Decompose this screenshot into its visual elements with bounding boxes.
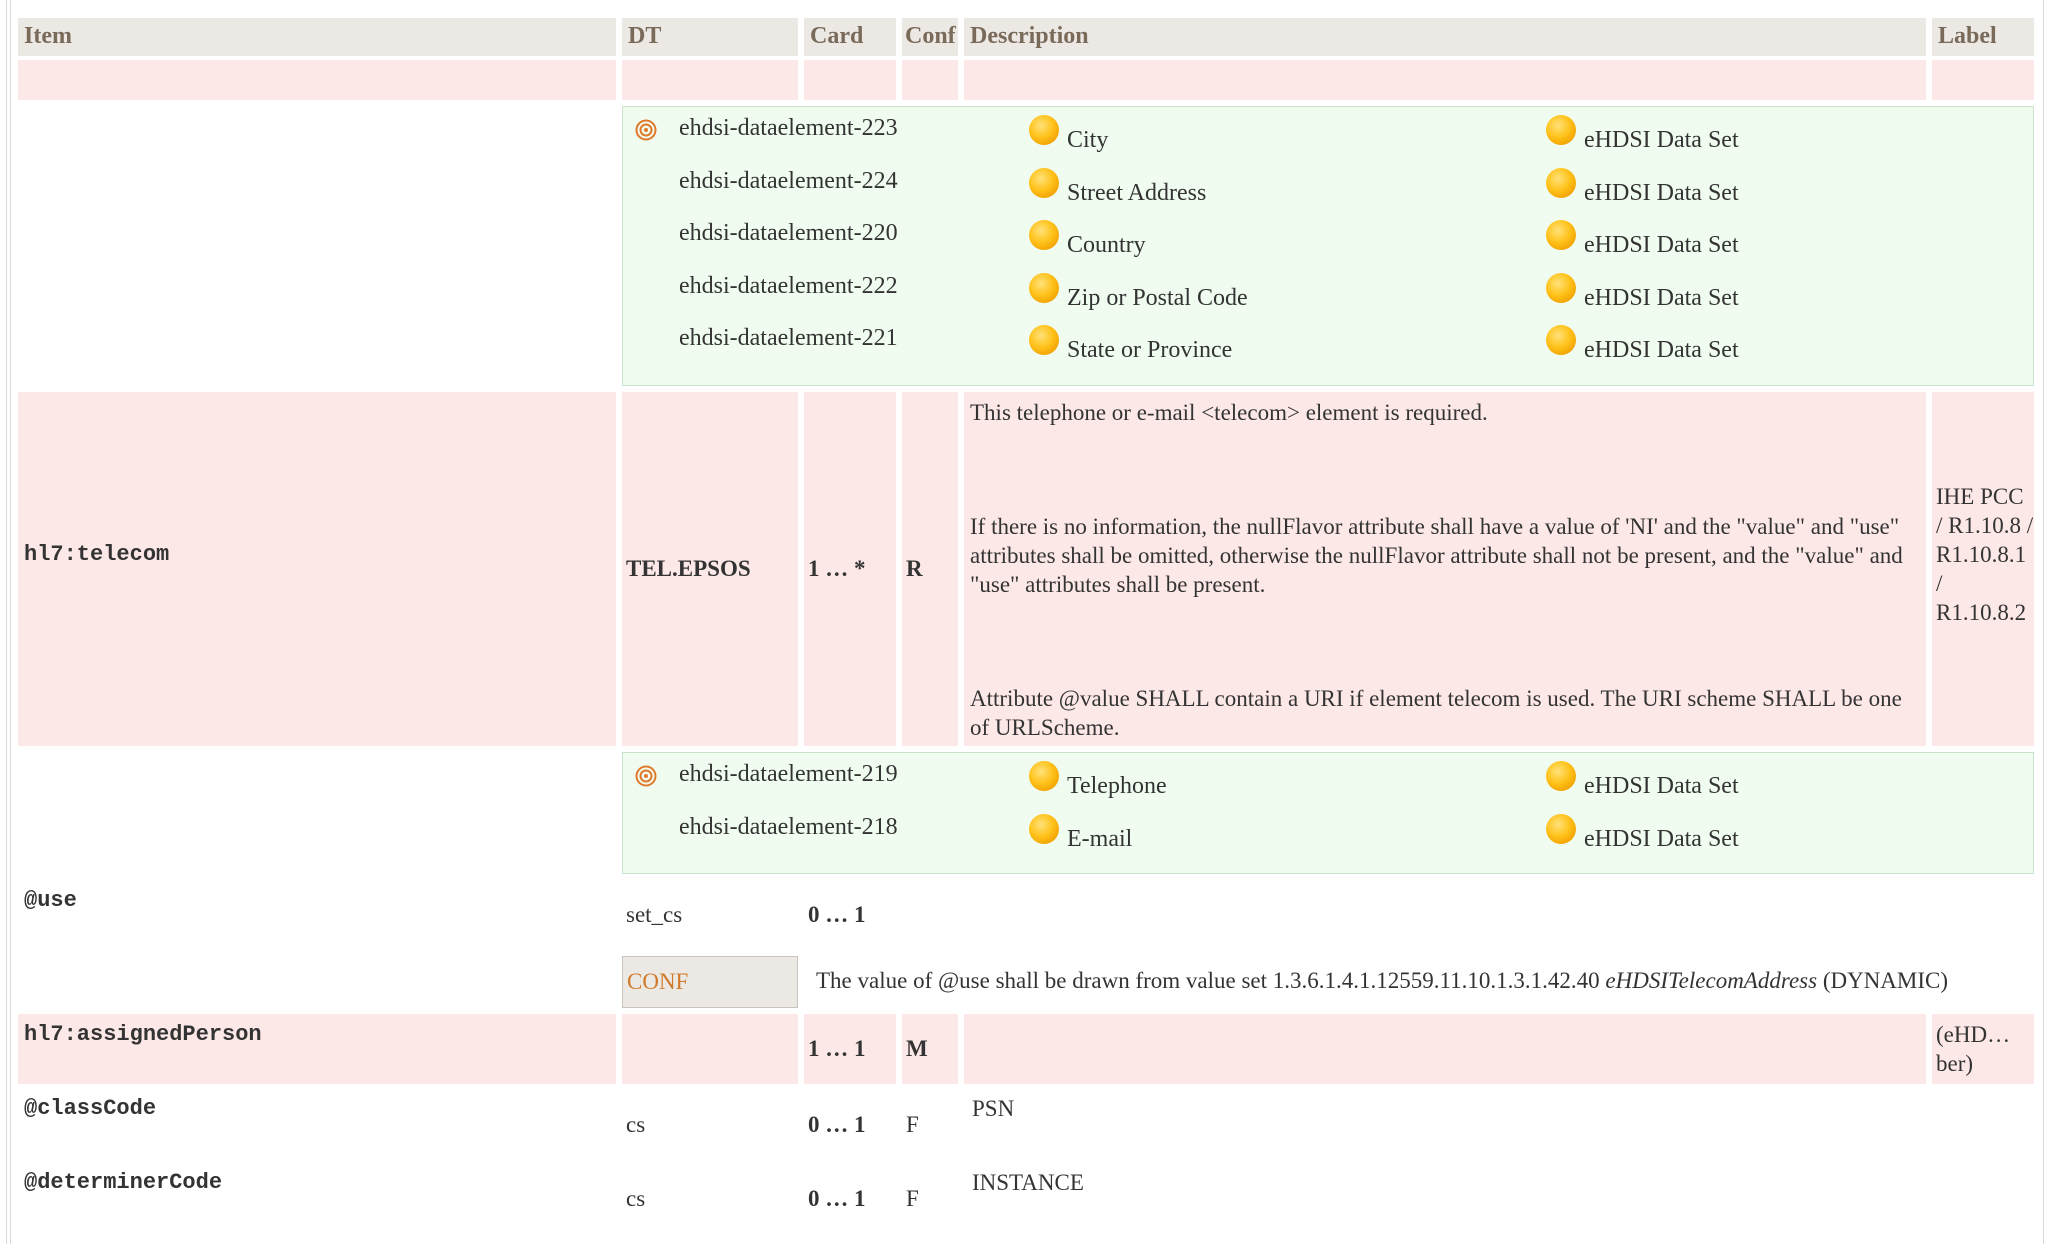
conf-badge: CONF [622, 956, 798, 1008]
item-name: hl7:telecom [24, 542, 170, 567]
yellow-ball-icon [1029, 325, 1059, 355]
yellow-ball-icon [1029, 814, 1059, 844]
label-text: (eHD… ber) [1936, 1022, 2011, 1076]
dataset-name: eHDSI Data Set [1584, 179, 1739, 206]
conformance: F [906, 1186, 919, 1211]
dataelement-id[interactable]: ehdsi-dataelement-220 [679, 220, 898, 247]
concept-name: Street Address [1067, 179, 1207, 206]
conformance: M [906, 1036, 928, 1061]
frame-border [10, 0, 11, 1244]
item-name: @determinerCode [24, 1170, 223, 1195]
dataelement-id[interactable]: ehdsi-dataelement-218 [679, 814, 898, 841]
item-name: @use [24, 888, 77, 913]
header-item: Item [18, 18, 616, 56]
header-conf: Conf [902, 18, 958, 56]
concept-row: ehdsi-dataelement-222 Zip or Postal Code e… [623, 272, 2033, 326]
concept-row: ehdsi-dataelement-224 Street Address eHDSI… [623, 167, 2033, 221]
dataelement-id[interactable]: ehdsi-dataelement-221 [679, 325, 898, 352]
header-card: Card [804, 18, 896, 56]
conformance: R [906, 556, 923, 581]
cardinality: 1 … 1 [808, 1036, 866, 1061]
concept-name: State or Province [1067, 337, 1233, 363]
yellow-ball-icon [1029, 761, 1059, 791]
dataelement-id[interactable]: ehdsi-dataelement-219 [679, 761, 898, 788]
yellow-ball-icon [1546, 167, 1576, 198]
datatype: cs [626, 1186, 646, 1211]
yellow-ball-icon [1029, 167, 1059, 198]
datatype: cs [626, 1112, 646, 1137]
cardinality: 0 … 1 [808, 902, 866, 927]
yellow-ball-icon [1546, 325, 1576, 355]
dataset-name: eHDSI Data Set [1584, 284, 1739, 311]
yellow-ball-icon [1029, 272, 1059, 303]
description-text: This telephone or e-mail <telecom> eleme… [970, 400, 1488, 425]
dataelement-id[interactable]: ehdsi-dataelement-222 [679, 273, 898, 300]
cardinality: 0 … 1 [808, 1186, 866, 1211]
concept-name: Country [1067, 232, 1146, 258]
yellow-ball-icon [1029, 220, 1059, 250]
dataset-name: eHDSI Data Set [1584, 232, 1739, 258]
header-description: Description [964, 18, 1926, 56]
dataelement-id[interactable]: ehdsi-dataelement-223 [679, 115, 898, 142]
conformance: F [906, 1112, 919, 1137]
description-text: Attribute @value SHALL contain a URI if … [970, 686, 1902, 740]
yellow-ball-icon [1546, 115, 1576, 145]
description-cell: This telephone or e-mail <telecom> eleme… [964, 392, 1926, 746]
concept-list-telecom: ehdsi-dataelement-219 Telephone eHDSI Data… [622, 752, 2034, 874]
concept-row: ehdsi-dataelement-219 Telephone eHDSI Data… [623, 761, 2033, 814]
concept-row: ehdsi-dataelement-221 State or Province eH… [623, 325, 2033, 378]
header-label: Label [1932, 18, 2034, 56]
concept-row: ehdsi-dataelement-218 E-mail eHDSI Data Se… [623, 814, 2033, 867]
target-icon [635, 765, 657, 787]
item-name: hl7:assignedPerson [24, 1022, 262, 1047]
frame-border [6, 0, 7, 1244]
dataset-name: eHDSI Data Set [1584, 127, 1739, 153]
concept-name: Telephone [1067, 773, 1167, 799]
frame-border [2043, 0, 2044, 1244]
yellow-ball-icon [1546, 220, 1576, 250]
fixed-value: INSTANCE [972, 1170, 1084, 1195]
cardinality: 0 … 1 [808, 1112, 866, 1137]
yellow-ball-icon [1029, 115, 1059, 145]
header-dt: DT [622, 18, 798, 56]
dataset-name: eHDSI Data Set [1584, 826, 1739, 852]
item-name: @classCode [24, 1096, 157, 1121]
label-text: IHE PCC / R1.10.8 / R1.10.8.1 / R1.10.8.… [1936, 484, 2034, 625]
target-icon [635, 119, 657, 141]
description-text: If there is no information, the nullFlav… [970, 514, 1903, 597]
yellow-ball-icon [1546, 272, 1576, 303]
datatype: set_cs [626, 902, 683, 927]
dataset-name: eHDSI Data Set [1584, 773, 1739, 799]
concept-row: ehdsi-dataelement-223 City eHDSI Data Set [623, 115, 2033, 168]
fixed-value: PSN [972, 1096, 1015, 1121]
concept-name: City [1067, 127, 1109, 153]
concept-row: ehdsi-dataelement-220 Country eHDSI Data S… [623, 220, 2033, 273]
cardinality: 1 … * [808, 556, 866, 581]
yellow-ball-icon [1546, 814, 1576, 844]
concept-list-address: ehdsi-dataelement-223 City eHDSI Data Set e… [622, 106, 2034, 386]
constraint-text: The value of @use shall be drawn from va… [816, 968, 1949, 993]
dataelement-id[interactable]: ehdsi-dataelement-224 [679, 168, 898, 195]
valueset-name[interactable]: eHDSITelecomAddress [1605, 968, 1817, 993]
dataset-name: eHDSI Data Set [1584, 337, 1739, 363]
datatype: TEL.EPSOS [626, 556, 751, 581]
yellow-ball-icon [1546, 761, 1576, 791]
concept-name: E-mail [1067, 826, 1133, 852]
concept-name: Zip or Postal Code [1067, 284, 1248, 311]
